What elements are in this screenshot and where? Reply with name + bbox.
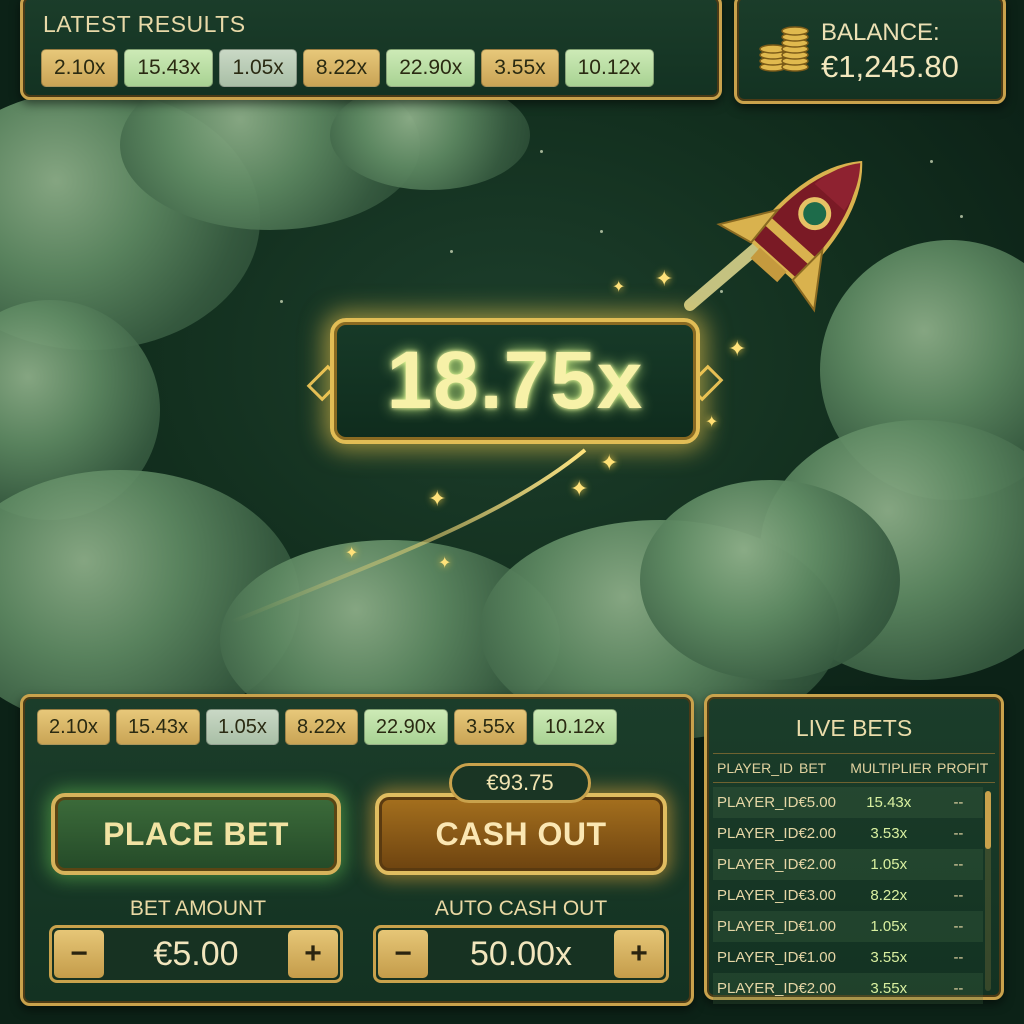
result-chip[interactable]: 2.10x [41,49,119,87]
row-bet: €5.00 [798,794,836,811]
live-bets-list: PLAYER_ID €5.00 15.43x -- PLAYER_ID €2.0… [713,787,983,1004]
result-chip[interactable]: 15.43x [124,49,214,87]
row-player: PLAYER_ID [717,980,799,997]
table-row: PLAYER_ID €5.00 15.43x -- [713,787,983,818]
auto-increase-button[interactable]: + [614,930,664,978]
history-chip[interactable]: 10.12x [532,709,617,745]
live-bets-header: PLAYER_ID BET MULTIPLIER PROFIT [713,753,995,783]
row-profit: -- [953,794,964,811]
sparkle-icon: ✦ [600,450,619,475]
history-chip[interactable]: 1.05x [206,709,279,745]
row-multiplier: 3.55x [870,949,908,966]
bet-increase-button[interactable]: + [288,930,338,978]
rocket-icon [716,160,863,313]
table-row: PLAYER_ID €2.00 3.55x -- [713,973,983,1004]
table-row: PLAYER_ID €2.00 3.53x -- [713,818,983,849]
row-bet: €2.00 [798,825,836,842]
column-header-multiplier: MULTIPLIER [850,760,932,776]
result-chip[interactable]: 3.55x [481,49,559,87]
column-header-bet: BET [799,760,827,776]
scrollbar-thumb[interactable] [985,791,991,849]
column-header-player: PLAYER_ID [717,760,793,776]
live-bets-panel: LIVE BETS PLAYER_ID BET MULTIPLIER PROFI… [704,694,1004,1004]
row-multiplier: 8.22x [870,887,908,904]
auto-decrease-button[interactable]: − [378,930,428,978]
sparkle-icon: ✦ [705,414,719,431]
history-chips: 2.10x 15.43x 1.05x 8.22x 22.90x 3.55x 10… [37,709,617,745]
place-bet-button[interactable]: PLACE BET [51,793,341,875]
row-bet: €2.00 [798,856,836,873]
auto-cash-out-stepper: − 50.00x + [373,925,669,983]
latest-results-panel: LATEST RESULTS 2.10x 15.43x 1.05x 8.22x … [20,0,722,100]
row-multiplier: 15.43x [866,794,912,811]
row-player: PLAYER_ID [717,949,799,966]
balance-value: €1,245.80 [821,49,959,84]
row-bet: €3.00 [798,887,836,904]
table-row: PLAYER_ID €2.00 1.05x -- [713,849,983,880]
row-profit: -- [953,825,964,842]
cash-out-button[interactable]: CASH OUT [375,793,667,875]
auto-cash-out-label: AUTO CASH OUT [434,897,608,920]
column-header-profit: PROFIT [937,760,989,776]
row-player: PLAYER_ID [717,856,799,873]
bet-decrease-button[interactable]: − [54,930,104,978]
row-player: PLAYER_ID [717,918,799,935]
row-multiplier: 3.55x [870,980,908,997]
history-chip[interactable]: 3.55x [453,709,527,745]
row-profit: -- [953,980,964,997]
sparkle-icon: ✦ [570,476,589,501]
history-chip[interactable]: 8.22x [284,709,358,745]
sparkle-icon: ✦ [612,279,626,296]
row-player: PLAYER_ID [717,887,799,904]
row-profit: -- [953,918,964,935]
row-profit: -- [953,887,964,904]
sparkle-icon: ✦ [438,555,452,572]
history-chip[interactable]: 2.10x [37,709,110,745]
table-row: PLAYER_ID €3.00 8.22x -- [713,880,983,911]
auto-cash-out-input[interactable]: 50.00x [430,928,612,980]
row-profit: -- [953,949,964,966]
balance-panel: BALANCE: €1,245.80 [734,0,1006,104]
coins-icon [759,26,809,72]
multiplier-value: 18.75x [386,335,644,426]
bet-controls-panel: 2.10x 15.43x 1.05x 8.22x 22.90x 3.55x 10… [20,694,694,1006]
result-chip[interactable]: 22.90x [386,49,476,87]
row-bet: €2.00 [798,980,836,997]
row-multiplier: 1.05x [870,856,908,873]
cash-out-amount: €93.75 [449,763,591,803]
bet-amount-input[interactable]: €5.00 [106,928,286,980]
table-row: PLAYER_ID €1.00 1.05x -- [713,911,983,942]
table-row: PLAYER_ID €1.00 3.55x -- [713,942,983,973]
result-chip[interactable]: 8.22x [302,49,381,87]
multiplier-display: 18.75x [330,318,700,444]
live-bets-title: LIVE BETS [795,715,913,741]
result-chip[interactable]: 1.05x [219,49,297,87]
row-bet: €1.00 [798,918,836,935]
sparkle-icon: ✦ [345,545,359,562]
row-profit: -- [953,856,964,873]
latest-results-title: LATEST RESULTS [43,11,246,37]
row-bet: €1.00 [798,949,836,966]
bet-amount-label: BET AMOUNT [129,897,267,920]
sparkle-icon: ✦ [428,486,447,511]
bet-amount-stepper: − €5.00 + [49,925,343,983]
row-multiplier: 1.05x [870,918,908,935]
row-player: PLAYER_ID [717,794,799,811]
latest-results-list: 2.10x 15.43x 1.05x 8.22x 22.90x 3.55x 10… [41,49,654,87]
balance-label: BALANCE: [821,19,940,46]
result-chip[interactable]: 10.12x [564,49,654,87]
row-multiplier: 3.53x [870,825,908,842]
row-player: PLAYER_ID [717,825,799,842]
history-chip[interactable]: 15.43x [115,709,200,745]
history-chip[interactable]: 22.90x [363,709,448,745]
